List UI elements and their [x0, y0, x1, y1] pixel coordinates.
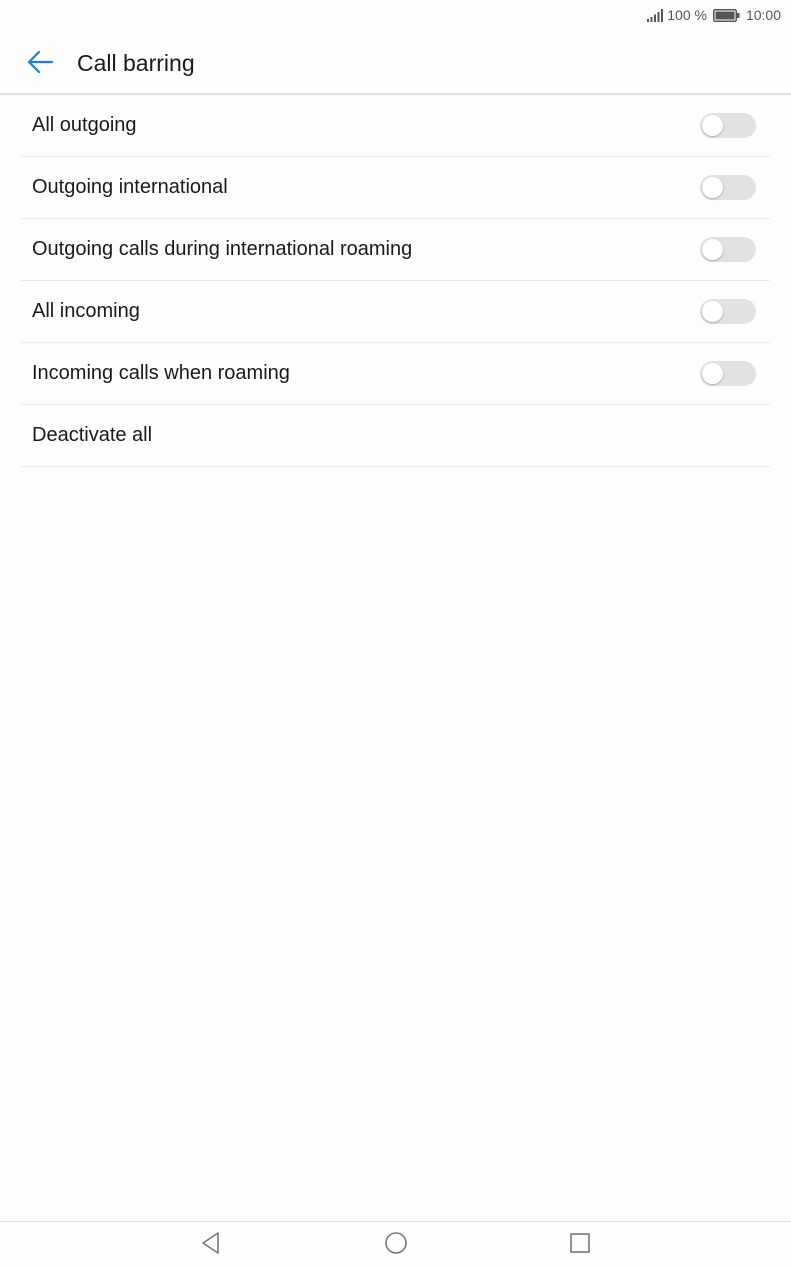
battery-percentage: 100 %: [667, 7, 707, 23]
status-bar: 100 % 10:00: [0, 0, 791, 32]
system-nav-bar: [0, 1221, 791, 1267]
setting-label: All outgoing: [32, 114, 137, 136]
toggle-knob: [702, 115, 723, 136]
call-barring-list: All outgoing Outgoing international Outg…: [21, 95, 770, 467]
nav-home-button[interactable]: [381, 1230, 411, 1260]
toggle-knob: [702, 239, 723, 260]
nav-back-icon: [200, 1231, 222, 1260]
setting-label: All incoming: [32, 300, 140, 322]
nav-back-button[interactable]: [196, 1230, 226, 1260]
toggle-knob: [702, 301, 723, 322]
app-bar: Call barring: [0, 32, 791, 94]
toggle-switch-outgoing-international[interactable]: [700, 175, 756, 200]
setting-row-all-incoming[interactable]: All incoming: [21, 281, 770, 343]
deactivate-all-button[interactable]: Deactivate all: [21, 405, 770, 467]
status-indicators: 100 % 10:00: [647, 7, 781, 23]
nav-recent-button[interactable]: [565, 1230, 595, 1260]
clock: 10:00: [745, 7, 781, 23]
arrow-left-icon: [26, 50, 54, 79]
toggle-switch-incoming-roaming[interactable]: [700, 361, 756, 386]
toggle-switch-all-incoming[interactable]: [700, 299, 756, 324]
back-button[interactable]: [22, 46, 58, 82]
toggle-knob: [702, 363, 723, 384]
setting-row-incoming-roaming[interactable]: Incoming calls when roaming: [21, 343, 770, 405]
nav-recent-icon: [569, 1232, 591, 1259]
toggle-knob: [702, 177, 723, 198]
battery-icon: [712, 8, 740, 22]
setting-row-outgoing-roaming[interactable]: Outgoing calls during international roam…: [21, 219, 770, 281]
toggle-switch-outgoing-roaming[interactable]: [700, 237, 756, 262]
signal-icon: [647, 8, 664, 22]
toggle-switch-all-outgoing[interactable]: [700, 113, 756, 138]
setting-label: Outgoing calls during international roam…: [32, 238, 413, 260]
setting-label: Outgoing international: [32, 176, 228, 198]
nav-home-icon: [384, 1231, 408, 1260]
page-title: Call barring: [77, 50, 195, 76]
setting-row-all-outgoing[interactable]: All outgoing: [21, 95, 770, 157]
setting-row-outgoing-international[interactable]: Outgoing international: [21, 157, 770, 219]
setting-label: Incoming calls when roaming: [32, 362, 290, 384]
setting-label: Deactivate all: [32, 424, 153, 446]
